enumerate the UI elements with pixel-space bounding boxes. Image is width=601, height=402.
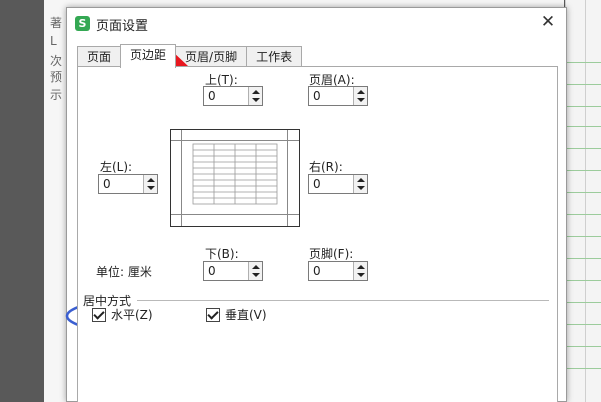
top-margin-value[interactable]: 0	[208, 89, 216, 103]
right-margin-value[interactable]: 0	[313, 177, 321, 191]
background-text-line: L	[50, 34, 57, 48]
tab-header-footer[interactable]: 页眉/页脚	[175, 46, 248, 67]
tab-sheet[interactable]: 工作表	[246, 46, 303, 67]
spin-up-icon[interactable]	[357, 90, 365, 94]
header-margin-value[interactable]: 0	[313, 89, 321, 103]
background-text-line: 次	[50, 54, 63, 68]
spin-down-icon[interactable]	[147, 186, 155, 190]
header-margin-stepper[interactable]: 0	[308, 86, 368, 106]
tab-bar: 页面 页边距 页眉/页脚 工作表	[77, 44, 303, 68]
background-text-line: 著	[50, 16, 63, 30]
bottom-margin-value[interactable]: 0	[208, 264, 216, 278]
center-horizontal-label: 水平(Z)	[111, 308, 153, 322]
close-icon[interactable]: ✕	[538, 12, 558, 32]
spin-down-icon[interactable]	[357, 273, 365, 277]
background-grid	[565, 0, 601, 402]
left-margin-label: 左(L):	[100, 160, 133, 174]
spin-up-icon[interactable]	[252, 90, 260, 94]
unit-label: 单位: 厘米	[96, 265, 152, 279]
spin-up-icon[interactable]	[252, 265, 260, 269]
tab-page[interactable]: 页面	[77, 46, 122, 67]
spin-up-icon[interactable]	[357, 178, 365, 182]
checkbox-checked-icon[interactable]	[92, 307, 106, 322]
spin-down-icon[interactable]	[357, 186, 365, 190]
stepper-buttons[interactable]	[143, 175, 157, 193]
right-margin-label: 右(R):	[309, 160, 343, 174]
bottom-margin-stepper[interactable]: 0	[203, 261, 263, 281]
margins-pane	[77, 66, 558, 402]
stepper-buttons[interactable]	[248, 262, 262, 280]
checkbox-checked-icon[interactable]	[206, 307, 220, 322]
bottom-margin-label: 下(B):	[205, 247, 239, 261]
footer-margin-label: 页脚(F):	[309, 247, 354, 261]
center-horizontal-checkbox[interactable]: 水平(Z)	[92, 306, 153, 323]
background-text-line: 预	[50, 70, 63, 84]
stepper-buttons[interactable]	[353, 262, 367, 280]
stepper-buttons[interactable]	[248, 87, 262, 105]
footer-margin-stepper[interactable]: 0	[308, 261, 368, 281]
dialog-title: 页面设置	[96, 19, 149, 34]
center-vertical-checkbox[interactable]: 垂直(V)	[206, 306, 267, 323]
wps-logo-icon: S	[75, 16, 90, 31]
spin-up-icon[interactable]	[147, 178, 155, 182]
left-margin-stepper[interactable]: 0	[98, 174, 158, 194]
spin-down-icon[interactable]	[252, 98, 260, 102]
preview-grid	[192, 143, 278, 205]
right-margin-stepper[interactable]: 0	[308, 174, 368, 194]
page-setup-dialog: S 页面设置 ✕ 页面 页边距 页眉/页脚 工作表 上(T): 0 页眉(A):…	[66, 7, 567, 402]
center-vertical-label: 垂直(V)	[225, 308, 267, 322]
spin-up-icon[interactable]	[357, 265, 365, 269]
dialog-titlebar: S 页面设置 ✕	[67, 8, 566, 38]
footer-margin-value[interactable]: 0	[313, 264, 321, 278]
background-text-line: 示	[50, 88, 63, 102]
page-preview	[170, 129, 300, 227]
spin-down-icon[interactable]	[252, 273, 260, 277]
top-margin-stepper[interactable]: 0	[203, 86, 263, 106]
left-margin-value[interactable]: 0	[103, 177, 111, 191]
section-divider	[137, 300, 549, 301]
stepper-buttons[interactable]	[353, 87, 367, 105]
tab-margins[interactable]: 页边距	[120, 44, 177, 68]
stepper-buttons[interactable]	[353, 175, 367, 193]
spin-down-icon[interactable]	[357, 98, 365, 102]
